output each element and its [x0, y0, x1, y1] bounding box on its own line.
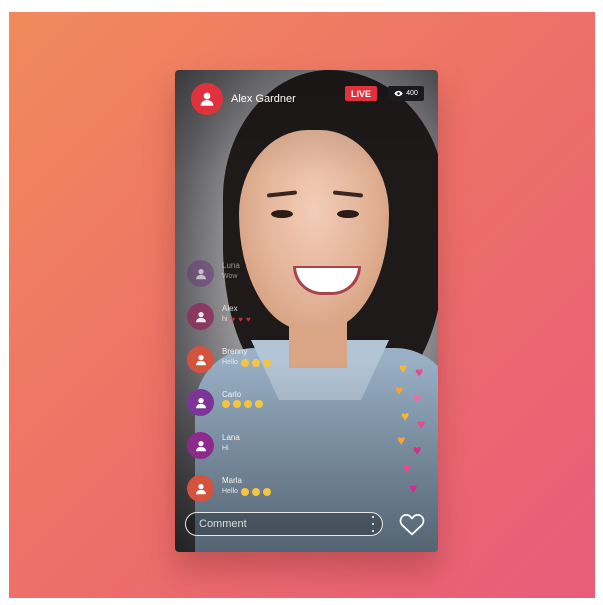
user-icon — [195, 354, 206, 365]
more-vertical-icon[interactable] — [369, 516, 377, 532]
comment-avatar[interactable] — [187, 303, 214, 330]
heart-icon: ♥ — [403, 460, 412, 476]
emoji-icon — [222, 400, 230, 408]
emoji-icon — [251, 359, 260, 367]
host-name[interactable]: Alex Gardner — [231, 93, 296, 105]
heart-icon: ♥ — [238, 315, 243, 324]
comment-message — [222, 400, 263, 408]
user-icon — [195, 397, 206, 408]
heart-icon: ♥ — [401, 408, 410, 424]
live-badge: LIVE — [345, 86, 377, 101]
like-button[interactable] — [397, 510, 427, 538]
heart-icon: ♥ — [397, 432, 406, 448]
comment-message: Hello — [222, 486, 271, 498]
user-icon — [195, 440, 206, 451]
floating-reactions: ♥ ♥ ♥ ♥ ♥ ♥ ♥ ♥ ♥ ♥ — [393, 360, 433, 500]
comment-avatar[interactable] — [187, 260, 214, 287]
comment-item: Brenny Hello — [187, 342, 347, 385]
heart-icon: ♥ — [399, 360, 408, 376]
comment-bar — [185, 510, 430, 542]
comment-author: Luna — [222, 261, 240, 270]
comment-input[interactable] — [185, 512, 383, 536]
heart-icon: ♥ — [409, 480, 418, 496]
heart-icon: ♥ — [417, 416, 426, 432]
heart-outline-icon — [399, 514, 425, 536]
comment-avatar[interactable] — [187, 432, 214, 459]
viewer-count-badge: 400 — [388, 86, 424, 101]
comment-avatar[interactable] — [187, 346, 214, 373]
comment-item: Carlo — [187, 385, 347, 428]
emoji-icon — [255, 400, 263, 408]
heart-icon: ♥ — [415, 364, 424, 380]
comment-item: Lana Hi — [187, 428, 347, 471]
host-avatar[interactable] — [191, 83, 223, 115]
comment-avatar[interactable] — [187, 389, 214, 416]
emoji-icon — [262, 488, 271, 496]
comment-author: Brenny — [222, 347, 248, 356]
phone-screen: Alex Gardner LIVE 400 Luna Wow Alex hi ♥… — [175, 70, 438, 552]
comment-item: Luna Wow — [187, 256, 347, 299]
comment-message: Hi — [222, 445, 229, 452]
emoji-icon — [240, 359, 249, 367]
emoji-icon — [244, 400, 252, 408]
comment-author: Alex — [222, 304, 238, 313]
heart-icon: ♥ — [230, 315, 236, 324]
comment-feed: Luna Wow Alex hi ♥ ♥ ♥ Brenny Hello Carl… — [187, 256, 347, 514]
comment-item: Marla Hello — [187, 471, 347, 514]
emoji-icon — [251, 488, 260, 496]
emoji-icon — [262, 359, 271, 367]
emoji-icon — [233, 400, 241, 408]
heart-icon: ♥ — [245, 315, 251, 324]
emoji-icon — [240, 488, 249, 496]
comment-item: Alex hi ♥ ♥ ♥ — [187, 299, 347, 342]
comment-author: Carlo — [222, 390, 242, 399]
user-icon — [195, 268, 206, 279]
heart-icon: ♥ — [395, 382, 404, 398]
heart-icon: ♥ — [413, 390, 422, 406]
viewer-count: 400 — [406, 90, 418, 97]
user-icon — [195, 483, 206, 494]
eye-icon — [394, 90, 403, 97]
user-icon — [195, 311, 206, 322]
comment-author: Lana — [222, 433, 240, 442]
user-icon — [200, 92, 214, 106]
comment-message: hi ♥ ♥ ♥ — [222, 315, 251, 324]
comment-author: Marla — [222, 476, 243, 485]
comment-message: Wow — [222, 273, 238, 280]
heart-icon: ♥ — [413, 442, 422, 458]
comment-avatar[interactable] — [187, 475, 214, 502]
comment-message: Hello — [222, 357, 271, 369]
